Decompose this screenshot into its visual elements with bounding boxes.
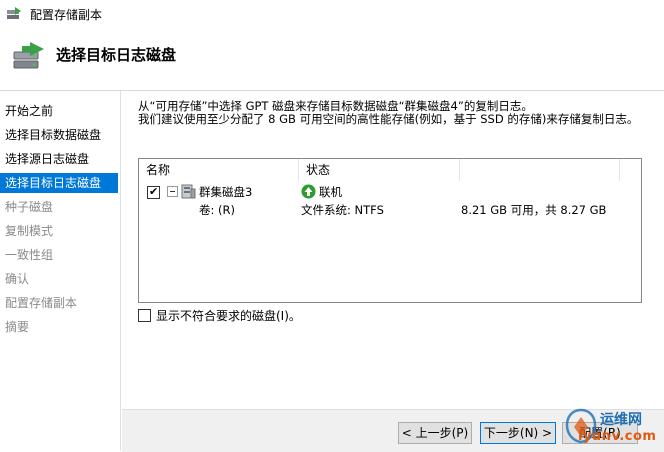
column-header-capacity[interactable] bbox=[460, 159, 620, 181]
wizard-content: 从“可用存储”中选择 GPT 磁盘来存储目标数据磁盘“群集磁盘4”的复制日志。 … bbox=[122, 91, 664, 409]
step-configure-storage-replica: 配置存储副本 bbox=[5, 296, 78, 310]
wizard-header: 选择目标日志磁盘 bbox=[0, 28, 664, 91]
disk-select-checkbox[interactable]: ✔ bbox=[147, 185, 160, 199]
next-button[interactable]: 下一步(N) > bbox=[480, 422, 556, 444]
cluster-disk-icon bbox=[181, 184, 196, 199]
minus-icon bbox=[170, 191, 175, 192]
disk-detail-row: 卷: (R) 文件系统: NTFS 8.21 GB 可用，共 8.27 GB bbox=[139, 201, 641, 219]
column-header-status[interactable]: 状态 bbox=[299, 159, 460, 181]
page-title: 选择目标日志磁盘 bbox=[56, 46, 177, 64]
disk-status: 联机 bbox=[319, 185, 342, 199]
show-ineligible-label[interactable]: 显示不符合要求的磁盘(I)。 bbox=[156, 307, 301, 324]
disk-volume: 卷: (R) bbox=[199, 203, 235, 217]
step-select-target-log-disk[interactable]: 选择目标日志磁盘 bbox=[0, 173, 118, 193]
step-select-target-data-disk[interactable]: 选择目标数据磁盘 bbox=[0, 125, 118, 145]
step-select-source-log-disk[interactable]: 选择源日志磁盘 bbox=[0, 149, 118, 169]
watermark-text-en: iyunv.com bbox=[578, 429, 657, 444]
disk-name: 群集磁盘3 bbox=[199, 185, 253, 199]
storage-replica-icon bbox=[13, 42, 44, 69]
collapse-toggle[interactable] bbox=[167, 186, 178, 197]
instructions-line-2: 我们建议使用至少分配了 8 GB 可用空间的高性能存储(例如，基于 SSD 的存… bbox=[138, 112, 639, 126]
step-replication-mode: 复制模式 bbox=[5, 224, 54, 238]
title-bar: 配置存储副本 bbox=[0, 0, 664, 28]
watermark-text-cn: 运维网 bbox=[600, 412, 642, 428]
wizard-steps-sidebar: 开始之前 选择目标数据磁盘 选择源日志磁盘 选择目标日志磁盘 种子磁盘 复制模式… bbox=[0, 91, 121, 451]
step-before-you-begin[interactable]: 开始之前 bbox=[0, 101, 118, 121]
column-header-name[interactable]: 名称 bbox=[139, 159, 299, 181]
show-ineligible-checkbox[interactable] bbox=[138, 309, 151, 322]
step-seed-disk: 种子磁盘 bbox=[5, 200, 54, 214]
disk-list[interactable]: 名称 状态 ✔ 群集磁盘3 联机 卷: (R) 文件系统: NTFS 8.21 … bbox=[138, 158, 642, 303]
instructions-text: 从“可用存储”中选择 GPT 磁盘来存储目标数据磁盘“群集磁盘4”的复制日志。 … bbox=[138, 100, 648, 126]
step-confirmation: 确认 bbox=[5, 272, 30, 286]
step-consistency-group: 一致性组 bbox=[5, 248, 54, 262]
disk-filesystem: 文件系统: NTFS bbox=[301, 203, 384, 217]
window-title: 配置存储副本 bbox=[30, 7, 103, 22]
online-status-icon bbox=[301, 184, 316, 199]
disk-capacity: 8.21 GB 可用，共 8.27 GB bbox=[461, 203, 607, 217]
step-summary: 摘要 bbox=[5, 320, 30, 334]
site-watermark: 运维网 iyunv.com bbox=[560, 403, 664, 451]
storage-replica-app-icon bbox=[7, 7, 21, 19]
checkmark-icon: ✔ bbox=[149, 185, 159, 198]
show-ineligible-disks-option[interactable]: 显示不符合要求的磁盘(I)。 bbox=[138, 307, 301, 324]
previous-button[interactable]: < 上一步(P) bbox=[398, 422, 472, 444]
disk-row[interactable]: ✔ 群集磁盘3 联机 bbox=[139, 183, 641, 201]
